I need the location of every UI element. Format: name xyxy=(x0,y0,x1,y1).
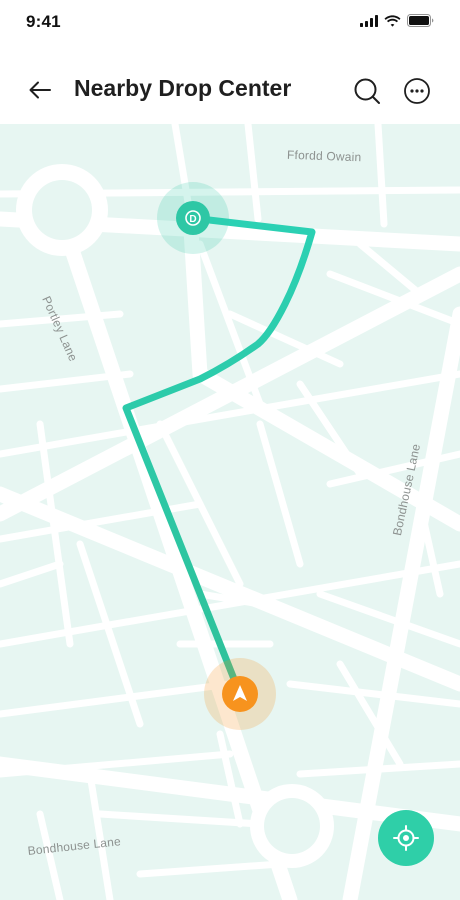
search-button[interactable] xyxy=(350,74,384,108)
map-view[interactable]: D Ffordd Owain Portley Lane Bondhouse La… xyxy=(0,124,460,900)
app-header: Nearby Drop Center xyxy=(0,58,460,122)
street-label-top: Ffordd Owain xyxy=(286,147,362,165)
more-horizontal-icon xyxy=(404,78,430,104)
status-bar: 9:41 xyxy=(0,0,460,44)
status-icons xyxy=(360,14,434,27)
destination-marker[interactable]: D xyxy=(157,182,229,254)
search-icon xyxy=(354,78,380,104)
roundabout-top-left xyxy=(16,164,108,256)
current-location-marker[interactable] xyxy=(204,658,276,730)
cellular-signal-icon xyxy=(360,14,378,27)
destination-letter: D xyxy=(189,214,196,225)
locate-me-button[interactable] xyxy=(378,810,434,866)
more-options-button[interactable] xyxy=(400,74,434,108)
battery-icon xyxy=(407,14,434,27)
page-title: Nearby Drop Center xyxy=(74,75,292,101)
back-button[interactable] xyxy=(24,74,56,106)
wifi-icon xyxy=(384,14,401,27)
map-canvas[interactable]: D xyxy=(0,124,460,900)
status-time: 9:41 xyxy=(26,12,61,31)
arrow-left-icon xyxy=(29,81,51,99)
roundabout-bottom xyxy=(250,784,334,868)
crosshair-icon xyxy=(393,825,419,851)
